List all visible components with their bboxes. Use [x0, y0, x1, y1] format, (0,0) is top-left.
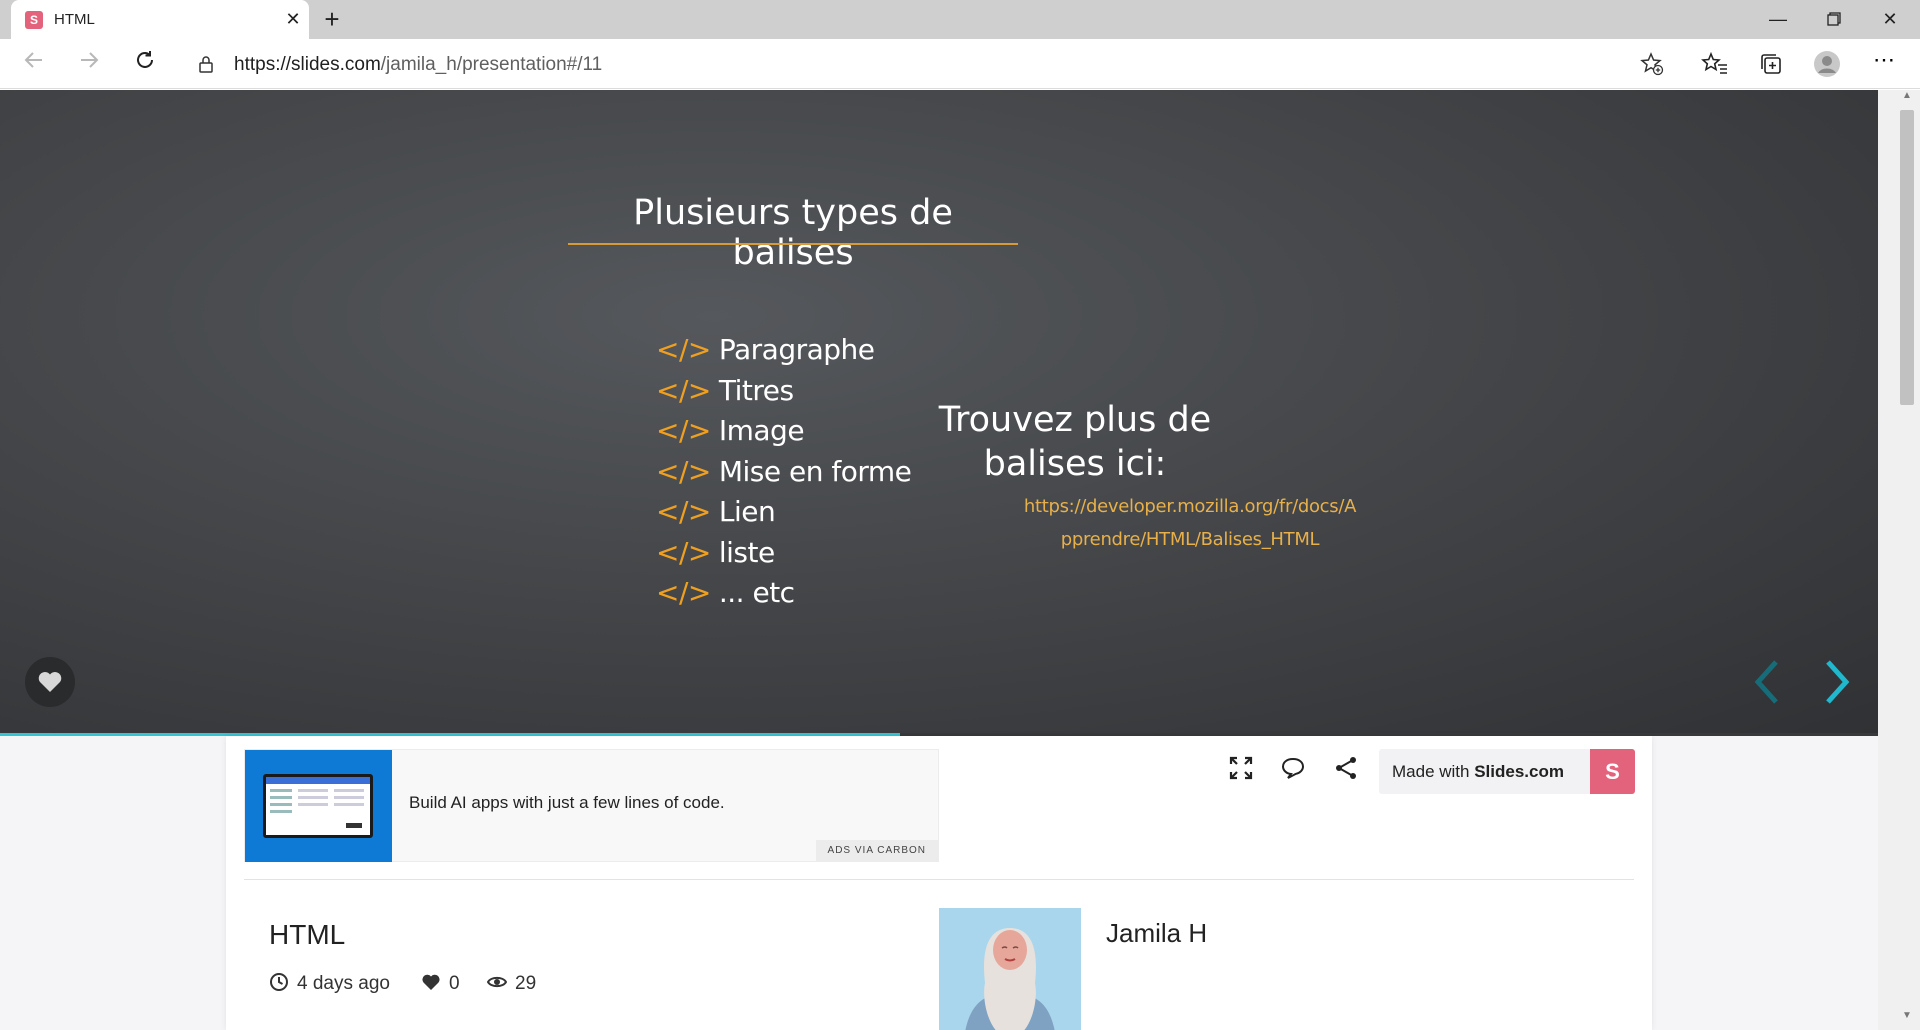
slides-logo-icon: S — [1590, 749, 1635, 794]
list-item: </>... etc — [656, 576, 795, 609]
deck-likes: 0 — [421, 972, 460, 995]
code-tag-icon: </> — [656, 495, 711, 528]
vertical-scrollbar[interactable]: ▲ ▼ — [1878, 90, 1920, 1030]
code-tag-icon: </> — [656, 333, 711, 366]
profile-icon[interactable] — [1813, 50, 1841, 78]
slide-title: Plusieurs types de balises — [633, 193, 953, 273]
browser-tab[interactable]: S HTML ✕ — [11, 0, 309, 39]
tab-strip: S HTML ✕ + — ✕ — [0, 0, 1920, 39]
clock-icon — [270, 973, 288, 991]
slides-favicon-icon: S — [25, 11, 43, 29]
browser-toolbar: https://slides.com/jamila_h/presentation… — [0, 39, 1920, 89]
close-window-icon[interactable]: ✕ — [1862, 0, 1918, 39]
code-tag-icon: </> — [656, 535, 711, 569]
ad-text[interactable]: Build AI apps with just a few lines of c… — [409, 793, 725, 813]
scroll-down-icon[interactable]: ▼ — [1900, 1010, 1914, 1024]
next-slide-button[interactable] — [1820, 658, 1854, 706]
tab-close-icon[interactable]: ✕ — [282, 8, 304, 30]
tab-title: HTML — [54, 11, 95, 28]
avatar-illustration-icon — [939, 908, 1081, 1030]
add-favorite-icon[interactable] — [1640, 52, 1664, 76]
tag-list: </> Paragraphe </> Titres </> Image </> Mise… — [656, 333, 912, 617]
deck-info-card: Build AI apps with just a few lines of c… — [226, 736, 1652, 1030]
deck-views: 29 — [487, 972, 536, 995]
scrollbar-thumb[interactable] — [1900, 110, 1914, 405]
title-underline — [568, 243, 1018, 245]
find-more-heading: Trouvez plus de balises ici: — [938, 400, 1212, 484]
heart-icon — [38, 672, 62, 692]
carbon-ad[interactable]: Build AI apps with just a few lines of c… — [244, 749, 939, 862]
scroll-up-icon[interactable]: ▲ — [1900, 90, 1914, 104]
favorites-icon[interactable] — [1701, 50, 1729, 78]
collections-icon[interactable] — [1757, 50, 1785, 78]
back-icon[interactable] — [18, 48, 50, 80]
lock-icon[interactable] — [198, 55, 214, 73]
fullscreen-icon[interactable] — [1226, 753, 1256, 783]
mdn-link[interactable]: https://developer.mozilla.org/fr/docs/A … — [1010, 490, 1370, 556]
share-icon[interactable] — [1331, 753, 1361, 783]
code-tag-icon: </> — [656, 414, 711, 447]
divider — [244, 879, 1634, 880]
author-name[interactable]: Jamila H — [1106, 918, 1207, 949]
url-text[interactable]: https://slides.com/jamila_h/presentation… — [234, 54, 602, 76]
deck-title: HTML — [269, 919, 346, 950]
ads-via-carbon-link[interactable]: ADS VIA CARBON — [815, 840, 938, 861]
chevron-right-icon — [1826, 660, 1850, 704]
comment-icon[interactable] — [1278, 753, 1308, 783]
page-viewport: Plusieurs types de balises </> Paragraphe… — [0, 90, 1878, 1030]
more-icon[interactable]: ⋯ — [1870, 49, 1898, 78]
list-item: </> Lien — [656, 495, 776, 528]
chevron-left-icon — [1754, 660, 1778, 704]
forward-icon[interactable] — [73, 48, 105, 80]
code-tag-icon: </> — [656, 576, 711, 609]
ad-screenshot-icon — [263, 774, 373, 838]
author-avatar[interactable] — [939, 908, 1081, 1030]
list-item: </> Image — [656, 414, 805, 447]
list-item: </> Titres — [656, 373, 794, 407]
deck-age: 4 days ago — [269, 972, 390, 995]
ad-image[interactable] — [245, 750, 392, 862]
made-with-slides-badge[interactable]: Made with Slides.com S — [1379, 749, 1635, 794]
presentation-slide: Plusieurs types de balises </> Paragraphe… — [0, 90, 1878, 736]
address-bar[interactable]: https://slides.com/jamila_h/presentation… — [180, 45, 1682, 83]
new-tab-icon[interactable]: + — [318, 6, 346, 34]
restore-icon[interactable] — [1806, 0, 1862, 39]
minimize-icon[interactable]: — — [1750, 0, 1806, 39]
code-tag-icon: </> — [656, 454, 711, 488]
like-button[interactable] — [25, 657, 75, 707]
previous-slide-button[interactable] — [1750, 658, 1784, 706]
eye-icon — [487, 976, 507, 988]
heart-icon — [422, 974, 440, 990]
reload-icon[interactable] — [129, 48, 161, 80]
list-item: </> Mise en forme — [656, 454, 912, 488]
list-item: </> liste — [656, 535, 775, 569]
code-tag-icon: </> — [656, 373, 711, 407]
list-item: </> Paragraphe — [656, 333, 875, 366]
